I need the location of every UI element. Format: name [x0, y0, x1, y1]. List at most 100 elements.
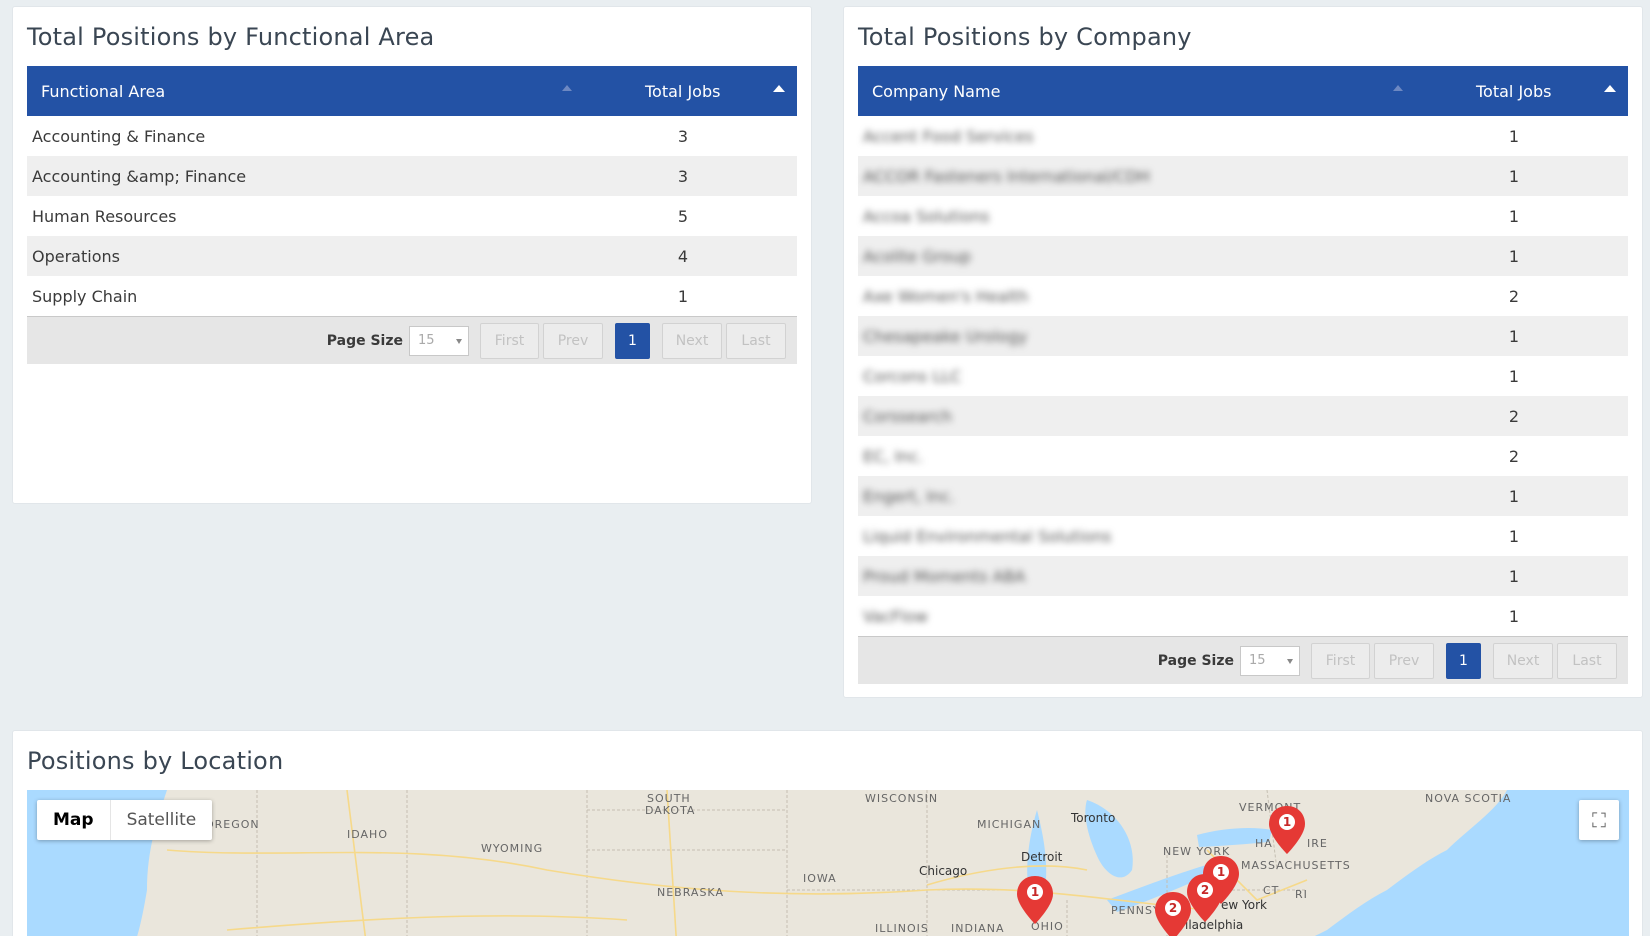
column-header-total-jobs[interactable]: Total Jobs [1453, 82, 1628, 101]
table-row[interactable]: Chesapeake Urology 1 [858, 316, 1628, 356]
table-row[interactable]: Corcons LLC 1 [858, 356, 1628, 396]
job-count: 3 [677, 126, 689, 146]
job-count: 1 [1508, 526, 1520, 546]
column-header-label: Functional Area [41, 81, 166, 101]
table-row[interactable]: ACCOR Fasteners International/CDH 1 [858, 156, 1628, 196]
table-row[interactable]: Engert, Inc. 1 [858, 476, 1628, 516]
panel-title: Total Positions by Company [858, 23, 1192, 51]
marker-count: 1 [1282, 815, 1292, 829]
page-size-select[interactable]: 15 [1240, 645, 1300, 676]
current-page-button[interactable]: 1 [1446, 642, 1481, 679]
company-name: Accoa Solutions [863, 206, 990, 226]
company-name: Corssearch [863, 406, 953, 426]
satellite-view-button[interactable]: Satellite [111, 800, 213, 840]
map-background [27, 790, 1629, 936]
map-city-chicago: Chicago [919, 864, 968, 878]
marker-pin-icon [1269, 806, 1305, 854]
functional-area-grid: Functional Area Total Jobs Accounting & … [27, 66, 797, 364]
company-name: ACCOR Fasteners International/CDH [863, 166, 1150, 186]
job-count: 4 [677, 246, 689, 266]
column-header-functional-area[interactable]: Functional Area [27, 82, 622, 101]
dropdown-arrow-icon [1287, 658, 1293, 664]
panel-title: Total Positions by Functional Area [27, 23, 435, 51]
map-label-idaho: IDAHO [347, 828, 388, 841]
prev-page-button[interactable]: Prev [1374, 642, 1434, 679]
column-header-label: Total Jobs [1476, 81, 1552, 101]
company-name: Corcons LLC [863, 366, 962, 386]
map-city-toronto: Toronto [1071, 811, 1116, 825]
map-label-nova-scotia: NOVA SCOTIA [1425, 792, 1512, 805]
map-view-button[interactable]: Map [37, 800, 111, 840]
column-header-company-name[interactable]: Company Name [858, 82, 1453, 101]
table-row[interactable]: EC, Inc. 2 [858, 436, 1628, 476]
company-name: Engert, Inc. [863, 486, 956, 506]
page-size-select[interactable]: 15 [409, 325, 469, 356]
table-row[interactable]: Supply Chain 1 [27, 276, 797, 316]
area-name: Human Resources [32, 206, 177, 226]
map-label-michigan: MICHIGAN [977, 818, 1042, 831]
pager: Page Size 15 First Prev 1 Next Last [27, 316, 797, 364]
job-count: 1 [1508, 126, 1520, 146]
table-row[interactable]: Accent Food Services 1 [858, 116, 1628, 156]
table-row[interactable]: Accounting & Finance 3 [27, 116, 797, 156]
marker-pin-icon [1017, 876, 1053, 924]
table-row[interactable]: Human Resources 5 [27, 196, 797, 236]
next-page-button[interactable]: Next [662, 322, 722, 359]
map-label-nebraska: NEBRASKA [657, 886, 724, 899]
grid-body: Accent Food Services 1 ACCOR Fasteners In… [858, 116, 1628, 636]
table-row[interactable]: Proud Moments ABA 1 [858, 556, 1628, 596]
next-page-button[interactable]: Next [1493, 642, 1553, 679]
column-header-label: Total Jobs [645, 81, 721, 101]
company-name: Liquid Environmental Solutions [863, 526, 1112, 546]
map-label-indiana: INDIANA [951, 922, 1005, 935]
pager: Page Size 15 First Prev 1 Next Last [858, 636, 1628, 684]
map-label-iowa: IOWA [803, 872, 837, 885]
job-count: 2 [1508, 406, 1520, 426]
marker-count: 1 [1030, 885, 1040, 899]
job-count: 1 [1508, 206, 1520, 226]
first-page-button[interactable]: First [1311, 642, 1370, 679]
sort-ascending-icon [773, 84, 785, 92]
job-count: 1 [1508, 366, 1520, 386]
map-marker[interactable]: 2 [1153, 890, 1193, 936]
map-marker[interactable]: 1 [1267, 804, 1307, 856]
sort-arrow-icon [1393, 84, 1403, 91]
prev-page-button[interactable]: Prev [543, 322, 603, 359]
table-row[interactable]: Accounting &amp; Finance 3 [27, 156, 797, 196]
last-page-button[interactable]: Last [1557, 642, 1617, 679]
last-page-button[interactable]: Last [726, 322, 786, 359]
map-label-ct: CT [1263, 884, 1280, 897]
map-label-ri: RI [1295, 888, 1308, 901]
fullscreen-icon[interactable]: ⛶ [1579, 800, 1619, 840]
map-label-south-dakota-2: DAKOTA [645, 804, 696, 817]
page-size-value: 15 [1249, 653, 1266, 668]
location-map[interactable]: OREGON IDAHO WYOMING SOUTH DAKOTA NEBRAS… [27, 790, 1629, 936]
map-city-detroit: Detroit [1021, 850, 1063, 864]
column-header-label: Company Name [872, 81, 1001, 101]
table-row[interactable]: Axe Women's Health 2 [858, 276, 1628, 316]
sort-ascending-icon [1604, 84, 1616, 92]
table-row[interactable]: Accoa Solutions 1 [858, 196, 1628, 236]
page-size-label: Page Size [1157, 652, 1234, 669]
sort-arrow-icon [562, 84, 572, 91]
company-name: VacFlow [863, 606, 928, 626]
company-name: Accent Food Services [863, 126, 1034, 146]
company-name: Chesapeake Urology [863, 326, 1028, 346]
job-count: 1 [1508, 606, 1520, 626]
job-count: 1 [1508, 566, 1520, 586]
table-row[interactable]: Acolite Group 1 [858, 236, 1628, 276]
column-header-total-jobs[interactable]: Total Jobs [622, 82, 797, 101]
table-row[interactable]: Operations 4 [27, 236, 797, 276]
map-label-oregon: OREGON [205, 818, 260, 831]
first-page-button[interactable]: First [480, 322, 539, 359]
table-row[interactable]: VacFlow 1 [858, 596, 1628, 636]
table-row[interactable]: Corssearch 2 [858, 396, 1628, 436]
map-marker[interactable]: 1 [1015, 874, 1055, 926]
panel-title: Positions by Location [27, 747, 284, 775]
company-name: EC, Inc. [863, 446, 924, 466]
company-name: Axe Women's Health [863, 286, 1029, 306]
job-count: 1 [1508, 166, 1520, 186]
job-count: 1 [1508, 246, 1520, 266]
current-page-button[interactable]: 1 [615, 322, 650, 359]
table-row[interactable]: Liquid Environmental Solutions 1 [858, 516, 1628, 556]
